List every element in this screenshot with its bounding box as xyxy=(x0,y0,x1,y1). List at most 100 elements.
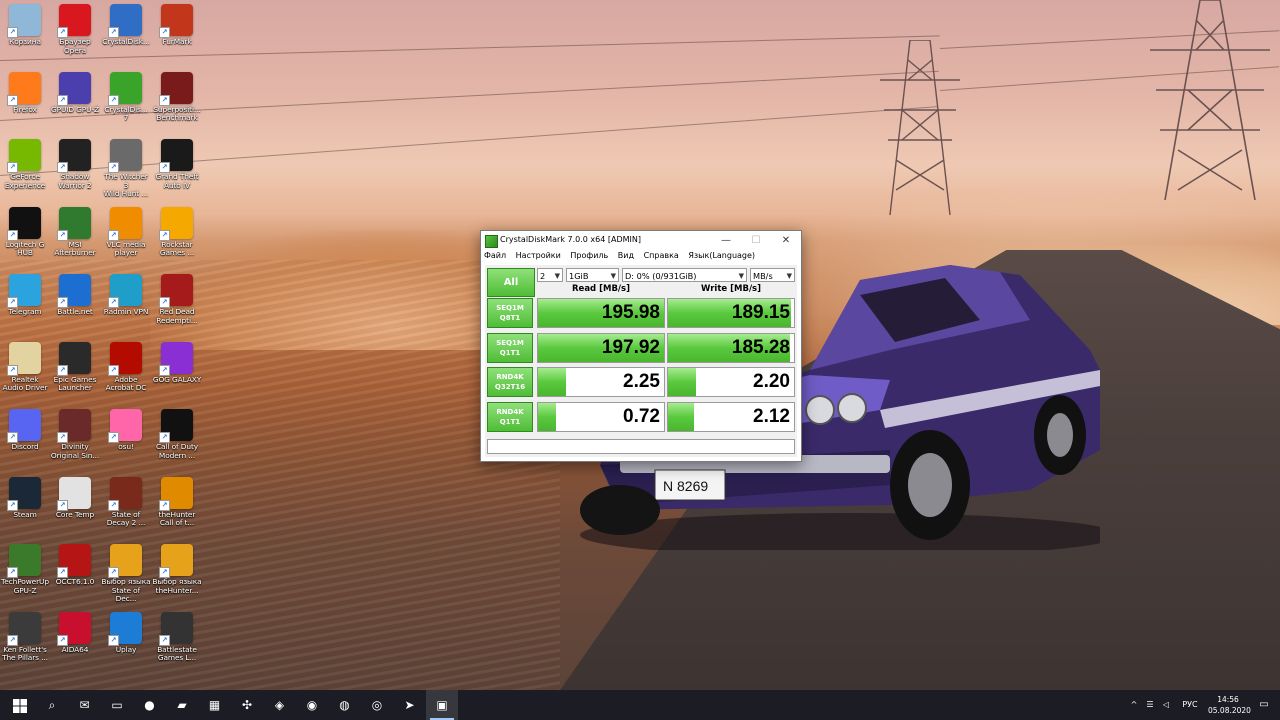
desktop-shortcut[interactable]: ↗ Uplay xyxy=(101,608,151,672)
menu-help[interactable]: Справка xyxy=(644,251,679,260)
desktop-shortcut[interactable]: ↗ FurMark xyxy=(152,0,202,64)
desktop-shortcut[interactable]: ↗ Call of Duty Modern ... xyxy=(152,405,202,469)
shortcut-arrow-icon: ↗ xyxy=(7,364,18,376)
desktop-shortcut[interactable]: ↗ osu! xyxy=(101,405,151,469)
desktop-shortcut[interactable]: ↗ Epic Games Launcher xyxy=(50,338,100,402)
menu-language[interactable]: Язык(Language) xyxy=(688,251,755,260)
desktop-shortcut[interactable]: ↗ Battlestate Games L... xyxy=(152,608,202,672)
desktop-shortcut[interactable]: ↗ Rockstar Games ... xyxy=(152,203,202,267)
desktop-shortcut[interactable]: ↗ TechPowerUp GPU-Z xyxy=(0,540,50,604)
desktop-shortcut[interactable]: ↗ MSI Afterburner xyxy=(50,203,100,267)
notifications-icon[interactable]: ▭ xyxy=(1256,690,1272,720)
close-button[interactable]: ✕ xyxy=(771,231,801,250)
crystaldiskmark-app-icon xyxy=(485,235,498,248)
input-language-indicator[interactable]: РУС xyxy=(1180,690,1200,720)
search-icon[interactable]: ⌕ xyxy=(36,690,68,720)
unit-select[interactable]: MB/s ▼ xyxy=(750,268,795,282)
afterburner-icon[interactable]: ✣ xyxy=(231,690,263,720)
desktop-shortcut[interactable]: ↗ AIDA64 xyxy=(50,608,100,672)
desktop-shortcut[interactable]: ↗ GOG GALAXY xyxy=(152,338,202,402)
unit-value: MB/s xyxy=(753,271,773,281)
crystaldiskmark-window: CrystalDiskMark 7.0.0 x64 [ADMIN] — ☐ ✕ … xyxy=(480,230,802,462)
menu-settings[interactable]: Настройки xyxy=(516,251,561,260)
desktop-shortcut[interactable]: ↗ Battle.net xyxy=(50,270,100,334)
desktop-shortcut[interactable]: ↗ GeForce Experience xyxy=(0,135,50,199)
desktop-shortcut-label: Telegram xyxy=(8,307,42,316)
desktop-shortcut[interactable]: ↗ Выбор языка State of Dec... xyxy=(101,540,151,604)
gta-iv-icon: ↗ xyxy=(159,139,193,173)
menu-view[interactable]: Вид xyxy=(618,251,634,260)
desktop-shortcut[interactable]: ↗ Выбор языка theHunter... xyxy=(152,540,202,604)
desktop-shortcut[interactable]: ↗ Браузер Opera xyxy=(50,0,100,64)
desktop-shortcut[interactable]: ↗ The Witcher 3 Wild Hunt ... xyxy=(101,135,151,199)
firefox-icon[interactable]: ● xyxy=(134,690,166,720)
comment-field[interactable] xyxy=(487,439,795,454)
desktop-shortcut[interactable]: ↗ Корзина xyxy=(0,0,50,64)
title-bar[interactable]: CrystalDiskMark 7.0.0 x64 [ADMIN] — ☐ ✕ xyxy=(481,231,801,250)
desktop-shortcut[interactable]: ↗ Logitech G HUB xyxy=(0,203,50,267)
discord-icon[interactable]: ◉ xyxy=(296,690,328,720)
desktop-shortcut[interactable]: ↗ Core Temp xyxy=(50,473,100,537)
network-icon[interactable]: ☰ xyxy=(1144,690,1156,720)
test-button[interactable]: RND4K Q1T1 xyxy=(487,401,533,432)
minimize-button[interactable]: — xyxy=(711,231,741,250)
desktop-shortcut[interactable]: ↗ CrystalDisk... xyxy=(101,0,151,64)
desktop-shortcut[interactable]: ↗ Red Dead Redempti... xyxy=(152,270,202,334)
windows-start-icon[interactable] xyxy=(4,690,36,720)
test-size-select[interactable]: 1GiB ▼ xyxy=(566,268,619,282)
steam-icon[interactable]: ◍ xyxy=(329,690,361,720)
desktop-shortcut[interactable]: ↗ Shadow Warrior 2 xyxy=(50,135,100,199)
svg-text:N 8269: N 8269 xyxy=(663,478,708,494)
superposition-icon: ↗ xyxy=(159,71,193,106)
shortcut-arrow-icon: ↗ xyxy=(108,94,119,106)
desktop-shortcut[interactable]: ↗ Ken Follett's The Pillars ... xyxy=(0,608,50,672)
desktop-shortcut[interactable]: ↗ CrystalDis... 7 xyxy=(101,68,151,132)
test-button[interactable]: RND4K Q32T16 xyxy=(487,367,533,397)
taskbar-clock[interactable]: 14:56 05.08.2020 xyxy=(1208,694,1251,716)
run-all-button[interactable]: All xyxy=(487,268,535,297)
volume-icon[interactable]: ◁ xyxy=(1160,690,1172,720)
desktop-shortcut[interactable]: ↗ theHunter Call of t... xyxy=(152,473,202,537)
folder-icon[interactable]: ▰ xyxy=(166,690,198,720)
menu-file[interactable]: Файл xyxy=(484,251,506,260)
shortcut-arrow-icon: ↗ xyxy=(108,634,119,646)
mail-icon[interactable]: ✉ xyxy=(69,690,101,720)
desktop-shortcut[interactable]: ↗ Adobe Acrobat DC xyxy=(101,338,151,402)
desktop-shortcut[interactable]: ↗ Realtek Audio Driver xyxy=(0,338,50,402)
test-queue-threads: Q1T1 xyxy=(499,348,521,357)
gpuz-icon[interactable]: ▦ xyxy=(199,690,231,720)
desktop-shortcut[interactable]: ↗ Radmin VPN xyxy=(101,270,151,334)
test-button[interactable]: SEQ1M Q1T1 xyxy=(487,332,533,363)
drive-select[interactable]: D: 0% (0/931GiB) ▼ xyxy=(622,268,747,282)
desktop-shortcut[interactable]: ↗ Steam xyxy=(0,473,50,537)
test-button[interactable]: SEQ1M Q8T1 xyxy=(487,298,533,328)
tray-overflow-chevron[interactable]: ^ xyxy=(1128,690,1140,720)
shortcut-arrow-icon: ↗ xyxy=(159,364,170,376)
superposition-icon[interactable]: ◈ xyxy=(264,690,296,720)
desktop-shortcut[interactable]: ↗ State of Decay 2 ... xyxy=(101,473,151,537)
telegram-icon[interactable]: ➤ xyxy=(394,690,426,720)
desktop-shortcut[interactable]: ↗ OCCT6.1.0 xyxy=(50,540,100,604)
file-explorer-icon[interactable]: ▭ xyxy=(101,690,133,720)
desktop-shortcut[interactable]: ↗ VLC media player xyxy=(101,203,151,267)
shortcut-arrow-icon: ↗ xyxy=(57,162,68,173)
desktop-shortcut[interactable]: ↗ Telegram xyxy=(0,270,50,334)
chevron-down-icon: ▼ xyxy=(786,272,792,280)
maximize-button[interactable]: ☐ xyxy=(741,231,771,250)
crystaldiskmark-icon[interactable]: ▣ xyxy=(426,690,458,720)
desktop-shortcut[interactable]: ↗ GPUID GPU-Z xyxy=(50,68,100,132)
test-count-select[interactable]: 2 ▼ xyxy=(537,268,563,282)
epic-games-icon: ↗ xyxy=(57,341,91,376)
menu-profile[interactable]: Профиль xyxy=(570,251,608,260)
desktop-shortcut[interactable]: ↗ Divinity Original Sin... xyxy=(50,405,100,469)
shortcut-arrow-icon: ↗ xyxy=(159,499,170,511)
acrobat-icon: ↗ xyxy=(108,341,142,376)
clock-time: 14:56 xyxy=(1217,695,1239,704)
desktop-shortcut[interactable]: ↗ Superpositi... Benchmark xyxy=(152,68,202,132)
network-icon[interactable]: ◎ xyxy=(361,690,393,720)
desktop-shortcut[interactable]: ↗ Discord xyxy=(0,405,50,469)
desktop-shortcut-label: Logitech G HUB xyxy=(5,239,45,258)
desktop-shortcut[interactable]: ↗ Grand Theft Auto IV xyxy=(152,135,202,199)
benchmark-panel: All 2 ▼ 1GiB ▼ D: 0% (0/931GiB) ▼ MB/s ▼ Rea… xyxy=(485,265,797,457)
desktop-shortcut[interactable]: ↗ Firefox xyxy=(0,68,50,132)
